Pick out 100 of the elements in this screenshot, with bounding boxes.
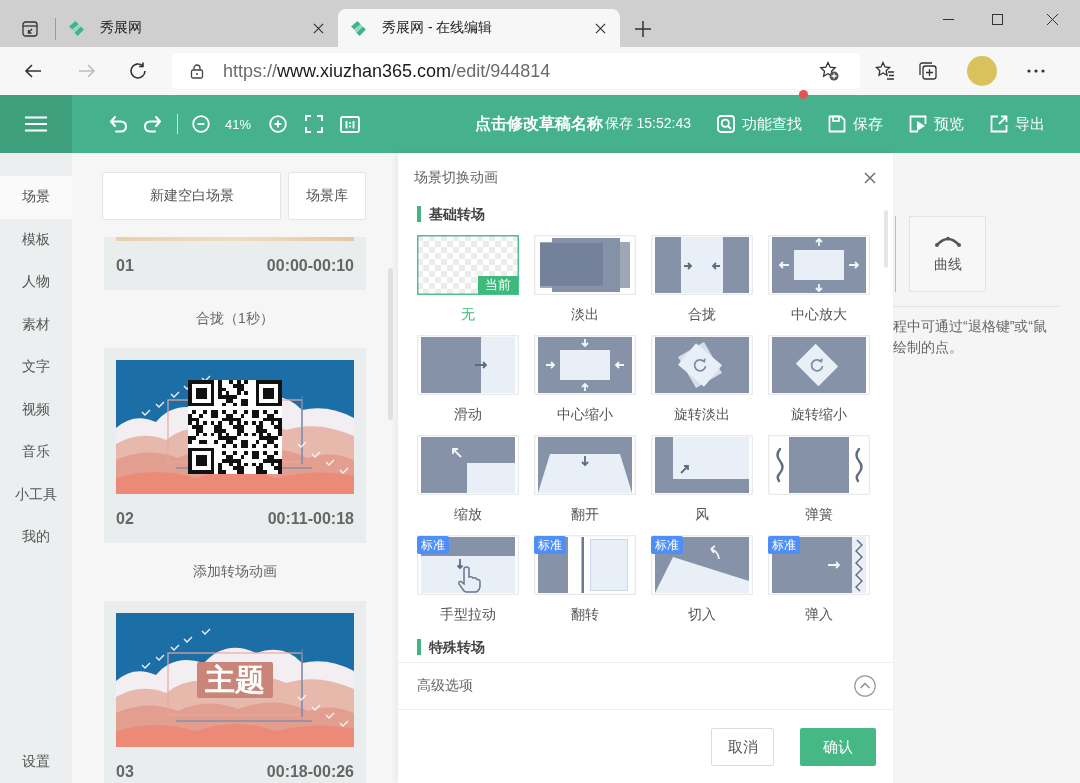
avatar-icon[interactable] — [967, 56, 997, 86]
trapezoid-panel-icon — [534, 435, 636, 495]
scene-time: 00:11-00:18 — [267, 509, 354, 528]
transition-option[interactable]: 标准 切入 — [651, 535, 753, 623]
scene-card[interactable]: 主题 03 00:18-00:26 — [104, 601, 366, 783]
cancel-button[interactable]: 取消 — [711, 728, 774, 766]
zigzag-panel-icon — [768, 535, 870, 595]
corner-panel-icon — [417, 435, 519, 495]
sidebar-item[interactable]: 我的 — [0, 516, 72, 559]
sidebar-item[interactable]: 素材 — [0, 303, 72, 346]
sidebar-item[interactable]: 场景 — [0, 176, 72, 219]
section-heading: 基础转场 — [417, 206, 485, 222]
site-icon — [350, 19, 367, 37]
new-scene-button[interactable]: 新建空白场景 — [102, 172, 281, 220]
save-status: 保存 15:52:43 — [604, 115, 691, 133]
transition-option[interactable]: 淡出 — [534, 235, 636, 323]
sidebar-item[interactable]: 视频 — [0, 388, 72, 431]
close-icon[interactable] — [595, 22, 606, 34]
back-icon[interactable] — [24, 62, 42, 80]
address-field[interactable]: https://www.xiuzhan365.com/edit/944814 — [172, 53, 860, 89]
settings-item[interactable]: 设置 — [0, 741, 72, 783]
standard-tag: 标准 — [417, 536, 449, 554]
split-panels-icon — [534, 535, 636, 595]
sidebar-item[interactable]: 音乐 — [0, 431, 72, 474]
transition-option[interactable]: 旋转缩小 — [768, 335, 870, 423]
export-icon[interactable] — [990, 115, 1008, 133]
new-tab-icon[interactable] — [635, 21, 651, 37]
diagonal-panel-icon — [651, 535, 753, 595]
sidebar-item[interactable]: 小工具 — [0, 473, 72, 516]
transition-link[interactable]: 添加转场动画 — [193, 563, 277, 581]
standard-tag: 标准 — [534, 536, 566, 554]
transition-option[interactable]: 中心放大 — [768, 235, 870, 323]
tool-tile-edge[interactable] — [893, 216, 896, 292]
transition-option[interactable]: 标准 翻转 — [534, 535, 636, 623]
menu-button[interactable] — [0, 95, 72, 153]
qr-code-icon — [188, 380, 282, 474]
scene-number: 01 — [116, 256, 134, 275]
lock-icon[interactable] — [190, 63, 204, 79]
current-tag: 当前 — [478, 276, 518, 294]
thumbnail-title: 主题 — [197, 662, 273, 698]
shrinking-panel-icon — [534, 335, 636, 395]
collections-icon[interactable] — [918, 61, 938, 81]
play-icon[interactable] — [909, 115, 927, 133]
l-shaped-panel-icon — [651, 435, 753, 495]
more-icon[interactable] — [1027, 69, 1045, 73]
rotating-card-icon — [651, 335, 753, 395]
transition-option[interactable]: 旋转淡出 — [651, 335, 753, 423]
undo-icon[interactable] — [108, 114, 128, 134]
search-icon[interactable] — [717, 115, 735, 133]
redo-icon[interactable] — [143, 114, 163, 134]
transition-option[interactable]: 标准 弹入 — [768, 535, 870, 623]
advanced-options-button[interactable]: 高级选项 — [398, 662, 893, 710]
close-icon[interactable] — [1047, 13, 1058, 25]
scene-number: 03 — [116, 762, 134, 781]
menu-icon[interactable] — [25, 116, 47, 132]
transition-option[interactable]: 标准 手型拉动 — [417, 535, 519, 623]
sidebar-item[interactable]: 文字 — [0, 346, 72, 389]
sliding-panel-icon — [417, 335, 519, 395]
save-icon[interactable] — [828, 115, 846, 133]
spring-panel-icon — [768, 435, 870, 495]
browser-tab[interactable]: 秀展网 - 在线编辑 — [338, 9, 620, 47]
zoom-out-icon[interactable] — [192, 115, 210, 133]
sidebar-item[interactable]: 模板 — [0, 218, 72, 261]
transition-link[interactable]: 合拢（1秒） — [196, 310, 274, 328]
fullscreen-icon[interactable] — [305, 115, 324, 133]
maximize-icon[interactable] — [992, 13, 1003, 25]
transition-option[interactable]: 合拢 — [651, 235, 753, 323]
transition-option[interactable]: 缩放 — [417, 435, 519, 523]
transition-option[interactable]: 滑动 — [417, 335, 519, 423]
transition-option[interactable]: 翻开 — [534, 435, 636, 523]
scene-number: 02 — [116, 509, 134, 528]
curve-tool[interactable]: 曲线 — [909, 216, 986, 292]
actual-size-icon[interactable] — [340, 115, 361, 133]
curve-icon — [933, 234, 962, 247]
transition-option[interactable]: 中心缩小 — [534, 335, 636, 423]
notification-dot-icon — [799, 90, 808, 99]
scene-card[interactable]: 02 00:11-00:18 — [104, 348, 366, 543]
chevron-up-icon[interactable] — [854, 675, 876, 697]
scene-card[interactable]: 01 00:00-00:10 — [104, 237, 366, 290]
browser-tab[interactable]: 秀展网 — [56, 9, 338, 47]
transition-option[interactable]: 风 — [651, 435, 753, 523]
standard-tag: 标准 — [651, 536, 683, 554]
favorites-icon[interactable] — [875, 61, 895, 81]
hand-pointer-icon — [417, 535, 519, 595]
standard-tag: 标准 — [768, 536, 800, 554]
scene-library-button[interactable]: 场景库 — [288, 172, 366, 220]
refresh-icon[interactable] — [129, 62, 147, 80]
checkerboard-icon — [417, 235, 519, 295]
tab-actions-icon[interactable] — [22, 21, 38, 37]
close-icon[interactable] — [864, 172, 876, 184]
rotated-square-icon — [768, 335, 870, 395]
zoom-in-icon[interactable] — [269, 115, 288, 133]
close-icon[interactable] — [313, 22, 324, 34]
stacked-panels-icon — [534, 235, 636, 295]
site-icon — [68, 19, 85, 37]
closing-panels-icon — [651, 235, 753, 295]
scene-time: 00:00-00:10 — [266, 256, 354, 275]
sidebar-item[interactable]: 人物 — [0, 261, 72, 304]
transition-option[interactable]: 弹簧 — [768, 435, 870, 523]
add-favorite-icon[interactable] — [819, 61, 839, 81]
